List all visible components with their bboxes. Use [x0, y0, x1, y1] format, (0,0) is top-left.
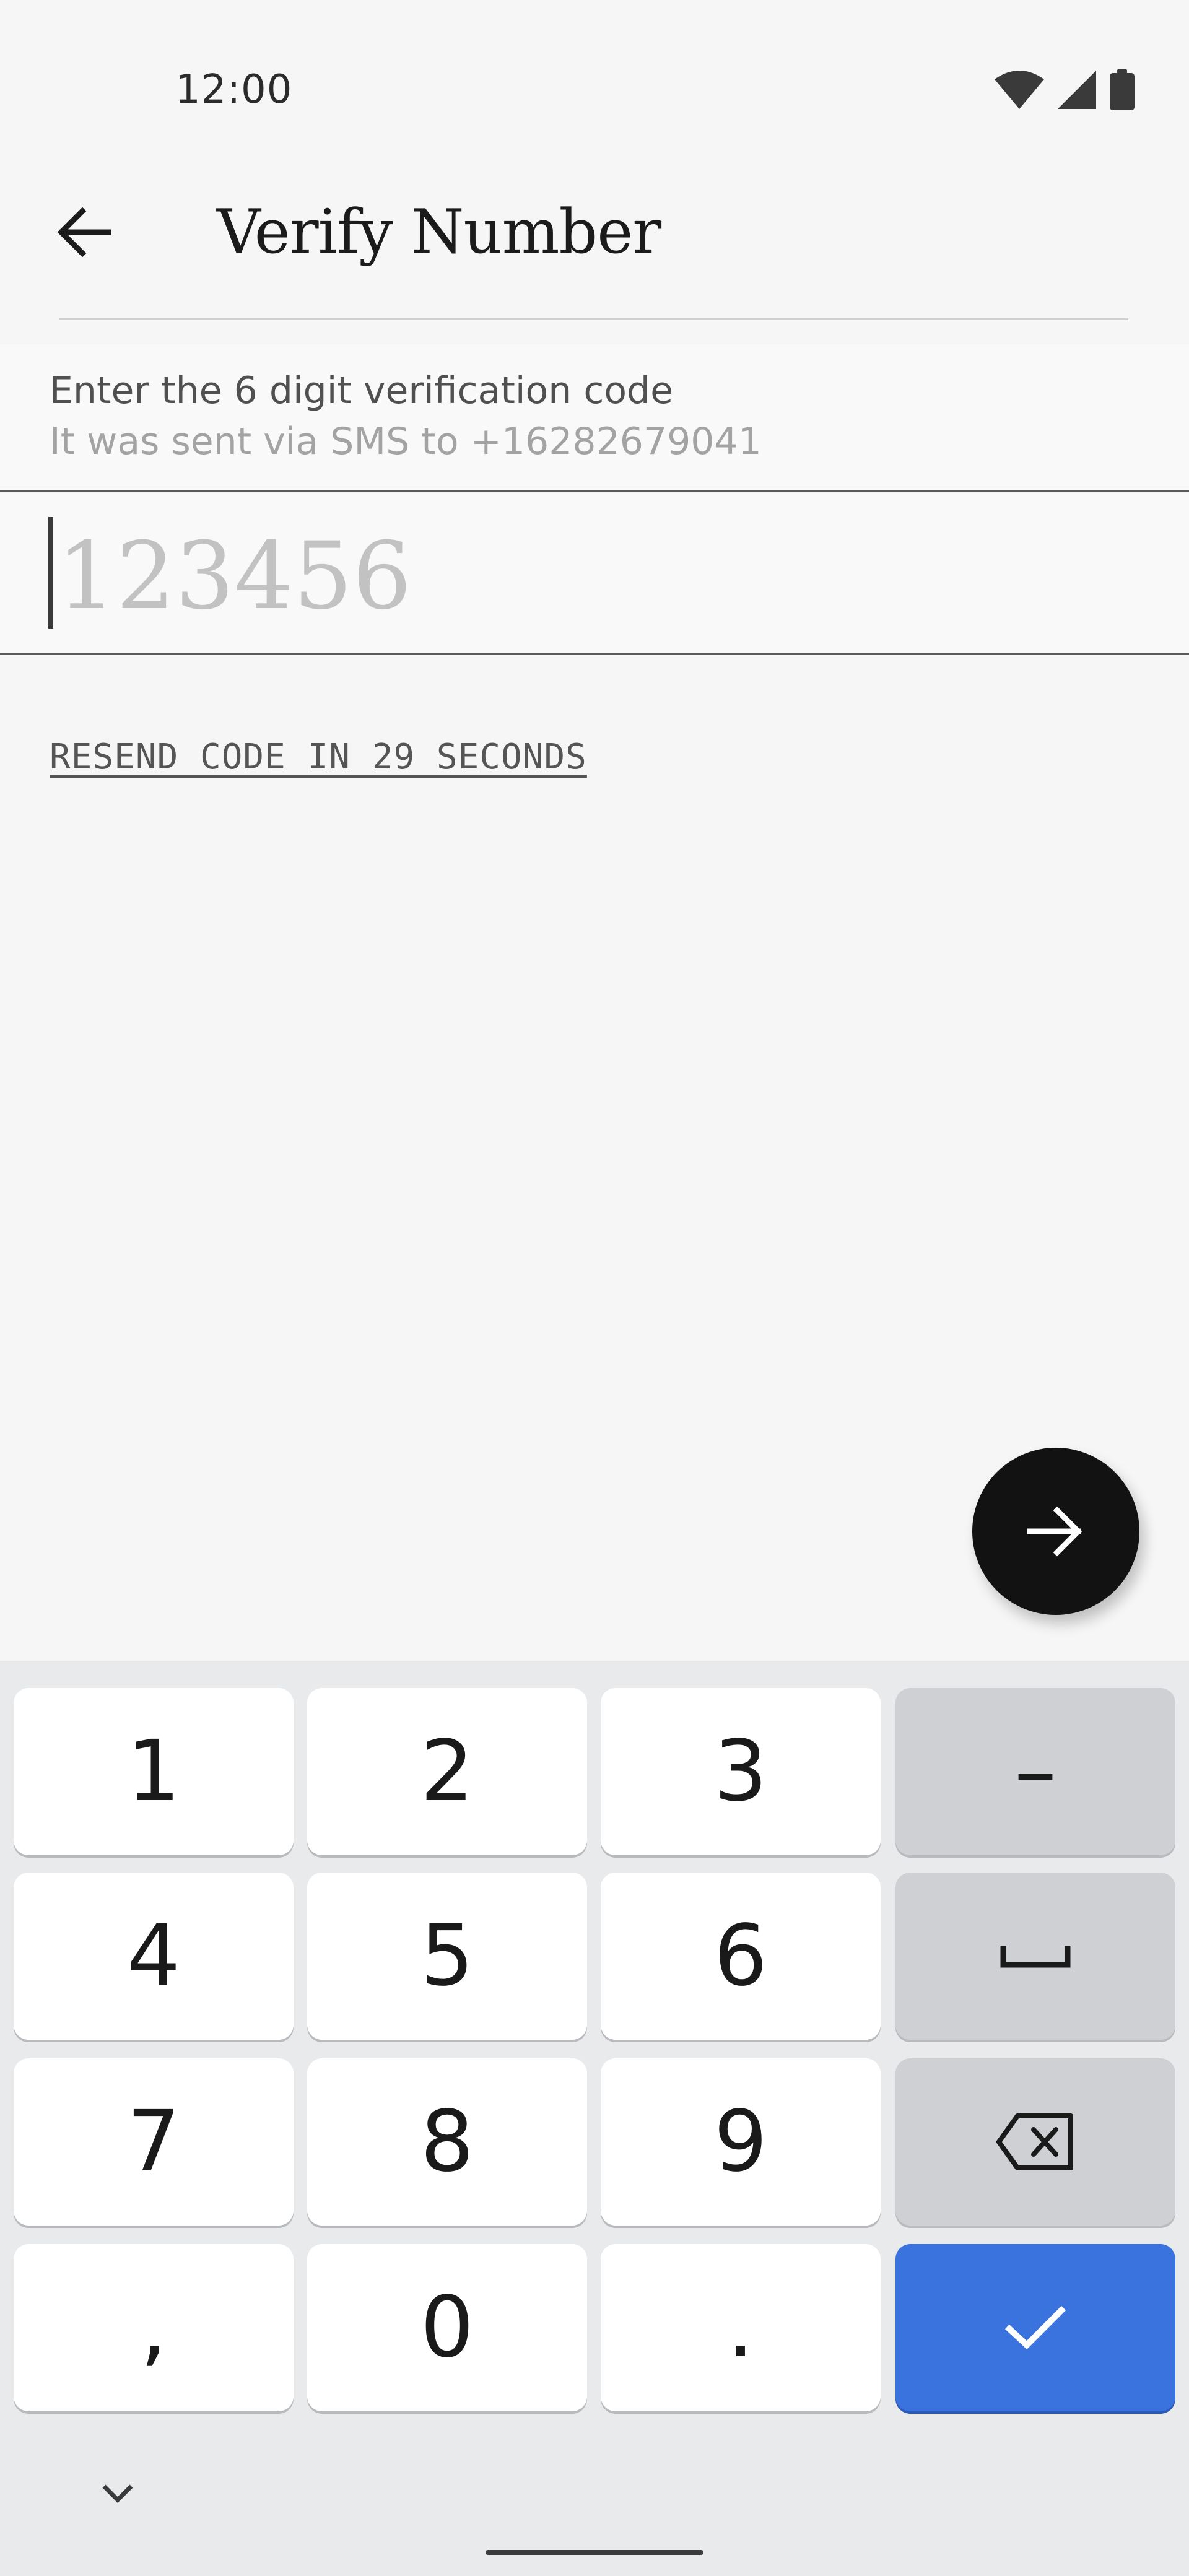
page-title: Verify Number [217, 197, 661, 268]
chevron-down-icon [102, 2484, 133, 2503]
signal-icon [1058, 71, 1096, 109]
arrow-right-icon [1027, 1506, 1082, 1557]
instructions-subtitle: It was sent via SMS to +16282679041 [50, 420, 762, 463]
key-comma[interactable]: , [14, 2244, 294, 2411]
battery-icon [1110, 69, 1135, 110]
key-period[interactable]: . [601, 2244, 881, 2411]
arrow-left-icon [57, 207, 111, 257]
key-5[interactable]: 5 [307, 1873, 587, 2040]
status-time: 12:00 [175, 67, 293, 113]
key-space[interactable] [895, 1873, 1175, 2040]
key-enter[interactable] [895, 2244, 1175, 2411]
text-caret [48, 517, 53, 629]
key-dash[interactable]: – [895, 1688, 1175, 1855]
key-1[interactable]: 1 [14, 1688, 294, 1855]
key-0[interactable]: 0 [307, 2244, 587, 2411]
key-9[interactable]: 9 [601, 2058, 881, 2226]
verification-code-input[interactable] [57, 524, 1110, 629]
key-6[interactable]: 6 [601, 1873, 881, 2040]
key-backspace[interactable] [895, 2058, 1175, 2226]
wifi-icon [995, 71, 1044, 109]
hide-keyboard-button[interactable] [93, 2474, 142, 2512]
key-7[interactable]: 7 [14, 2058, 294, 2226]
gesture-navigation-bar[interactable] [486, 2550, 703, 2555]
key-3[interactable]: 3 [601, 1688, 881, 1855]
next-button[interactable] [972, 1448, 1139, 1615]
back-button[interactable] [43, 192, 124, 272]
space-icon [1000, 1946, 1071, 1968]
check-icon [1004, 2305, 1066, 2349]
key-4[interactable]: 4 [14, 1873, 294, 2040]
status-icons [995, 69, 1135, 110]
instructions-panel [0, 344, 1189, 492]
key-8[interactable]: 8 [307, 2058, 587, 2226]
title-divider [59, 318, 1128, 320]
resend-code-link[interactable]: RESEND CODE IN 29 SECONDS [50, 737, 587, 777]
instructions-title: Enter the 6 digit verification code [50, 369, 674, 412]
backspace-icon [996, 2113, 1073, 2170]
key-2[interactable]: 2 [307, 1688, 587, 1855]
numeric-keyboard: 1 2 3 – 4 5 6 7 8 9 , 0 . [0, 1661, 1189, 2576]
